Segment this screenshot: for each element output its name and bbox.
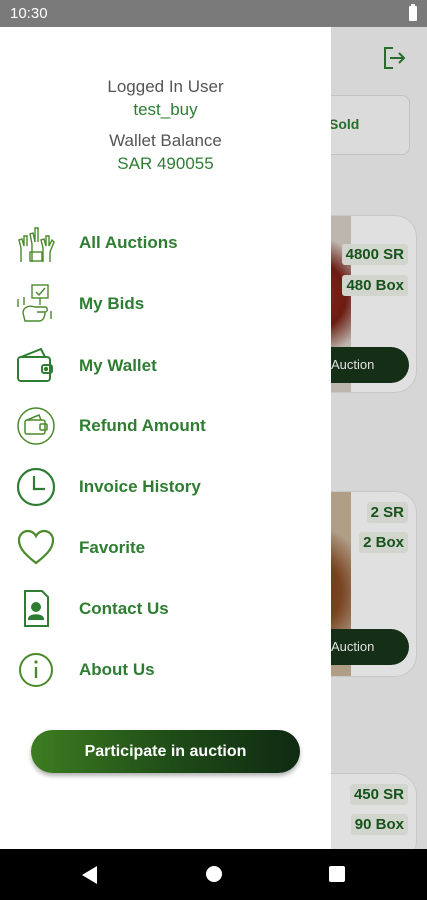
logged-in-user-label: Logged In User (107, 77, 224, 96)
system-navigation-bar (0, 849, 427, 900)
menu-item-label: Favorite (79, 538, 146, 557)
home-icon[interactable] (206, 866, 222, 882)
menu-item-label: Invoice History (79, 477, 201, 496)
navigation-drawer: Logged In User test_buy Wallet Balance S… (0, 27, 331, 849)
wallet-balance-label: Wallet Balance (109, 131, 222, 150)
menu-item-label: My Wallet (79, 356, 157, 375)
menu-item-invoice-history[interactable]: Invoice History (0, 466, 331, 516)
menu-item-label: All Auctions (79, 233, 178, 252)
menu-item-label: Refund Amount (79, 416, 206, 435)
contact-card-icon (24, 590, 49, 627)
participate-in-auction-button[interactable]: Participate in auction (31, 730, 300, 773)
clock-icon (16, 467, 56, 507)
user-name: test_buy (133, 100, 198, 119)
wallet-balance-value: SAR 490055 (117, 154, 214, 173)
wallet-icon (17, 347, 53, 382)
hands-raised-icon (18, 227, 55, 262)
back-icon[interactable] (82, 866, 97, 884)
menu-item-label: About Us (79, 660, 155, 679)
menu-item-label: My Bids (79, 294, 145, 313)
refund-wallet-icon (17, 407, 55, 445)
menu-item-label: Contact Us (79, 599, 169, 618)
heart-icon (17, 529, 55, 565)
menu-item-favorite[interactable]: Favorite (0, 527, 331, 577)
menu-item-refund-amount[interactable]: Refund Amount (0, 405, 331, 455)
menu-item-about-us[interactable]: About Us (0, 649, 331, 699)
bid-hand-icon (17, 284, 52, 322)
menu-item-my-bids[interactable]: My Bids (0, 283, 331, 333)
status-time: 10:30 (10, 5, 48, 22)
status-bar: 10:30 (0, 0, 427, 27)
menu-item-contact-us[interactable]: Contact Us (0, 588, 331, 638)
battery-icon (409, 4, 417, 21)
recent-apps-icon[interactable] (329, 866, 345, 882)
menu-item-my-wallet[interactable]: My Wallet (0, 345, 331, 395)
info-icon (19, 653, 53, 687)
menu-item-all-auctions[interactable]: All Auctions (0, 222, 331, 272)
